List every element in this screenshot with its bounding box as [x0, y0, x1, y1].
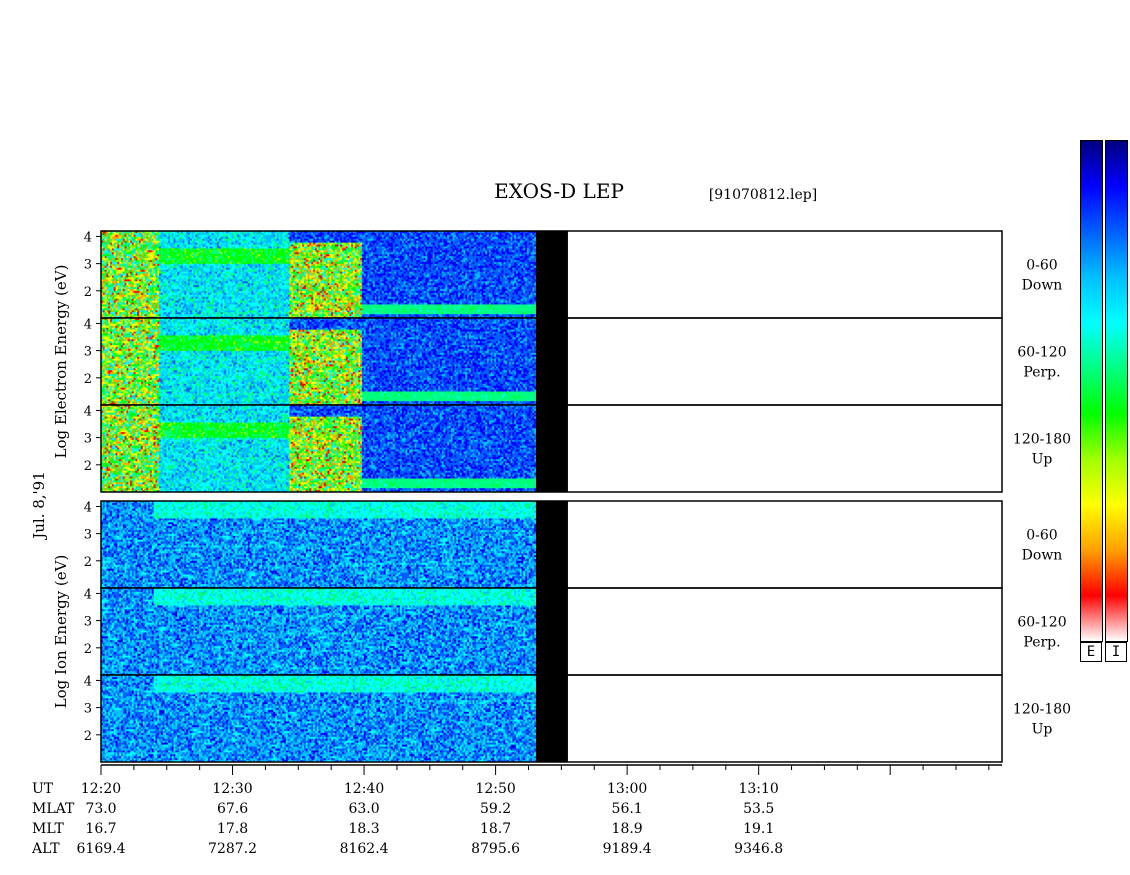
ephemeris-row-label: MLAT: [32, 801, 75, 817]
x-tick-label: 12:40: [344, 781, 384, 797]
colorbar-electron: [1080, 140, 1103, 642]
panel-electron-1: 2 3 4 0-60 Down: [84, 230, 1063, 319]
date-label: Jul. 8,'91: [30, 471, 48, 541]
ephemeris-value: 18.3: [348, 821, 379, 837]
direction-label: Perp.: [1023, 365, 1060, 381]
data-gap: [535, 675, 568, 762]
y-tick-label: 4: [84, 317, 92, 332]
ephemeris-row-label: UT: [32, 781, 54, 797]
y-tick-label: 4: [84, 587, 92, 602]
x-tick-label: 12:20: [81, 781, 121, 797]
direction-label: Up: [1032, 722, 1053, 738]
spectrogram-image: [101, 231, 536, 318]
pitch-range-label: 60-120: [1017, 615, 1066, 631]
data-gap: [535, 318, 568, 405]
ephemeris-value: 67.6: [217, 801, 248, 817]
spectrogram-image: [101, 501, 536, 588]
ephemeris-value: 7287.2: [208, 841, 257, 857]
ephemeris-value: 9189.4: [603, 841, 652, 857]
y-tick-label: 2: [84, 372, 92, 387]
lep-spectrogram-chart: EXOS-D LEP [91070812.lep] Jul. 8,'91 2 3 4…: [30, 179, 1071, 857]
ephemeris-value: 63.0: [348, 801, 379, 817]
time-axis: 12:20 12:30 12:40 12:50 13:00 13:10: [81, 764, 1002, 797]
y-tick-label: 3: [84, 258, 92, 273]
x-tick-label: 13:00: [607, 781, 647, 797]
file-label: [91070812.lep]: [709, 187, 817, 203]
ephemeris-value: 17.8: [217, 821, 248, 837]
data-gap: [535, 588, 568, 675]
panel-electron-3: 2 3 4 120-180 Up: [84, 404, 1071, 493]
data-gap: [535, 501, 568, 588]
ephemeris-row-label: ALT: [31, 841, 60, 857]
ephemeris-row-label: MLT: [32, 821, 64, 837]
y-axis-label: Log Ion Energy (eV): [52, 555, 70, 709]
panel-ion-1: 2 3 4 0-60 Down: [84, 500, 1063, 589]
ephemeris-value: 56.1: [612, 801, 643, 817]
data-gap: [535, 231, 568, 318]
y-tick-label: 3: [84, 432, 92, 447]
panel-ion-2: 2 3 4 60-120 Perp.: [84, 587, 1067, 676]
ephemeris-value: 8162.4: [340, 841, 389, 857]
colorbar-ion-label: I: [1105, 642, 1127, 662]
direction-label: Perp.: [1023, 635, 1060, 651]
pitch-range-label: 0-60: [1026, 528, 1057, 544]
ephemeris-value: 53.5: [743, 801, 774, 817]
ephemeris-value: 18.9: [612, 821, 643, 837]
y-tick-label: 2: [84, 555, 92, 570]
pitch-range-label: 60-120: [1017, 345, 1066, 361]
y-tick-label: 4: [84, 500, 92, 515]
ephemeris-value: 59.2: [480, 801, 511, 817]
y-tick-label: 3: [84, 528, 92, 543]
colorbar-electron-label: E: [1080, 642, 1102, 662]
chart-title: EXOS-D LEP: [494, 179, 624, 203]
spectrogram-image: [101, 675, 536, 762]
ephemeris-value: 6169.4: [77, 841, 126, 857]
y-tick-label: 2: [84, 642, 92, 657]
panel-electron-2: 2 3 4 60-120 Perp.: [84, 317, 1067, 406]
y-tick-label: 4: [84, 674, 92, 689]
spectrogram-image: [101, 318, 536, 405]
panel-ion-3: 2 3 4 120-180 Up: [84, 674, 1071, 763]
y-tick-label: 4: [84, 230, 92, 245]
pitch-range-label: 0-60: [1026, 258, 1057, 274]
pitch-range-label: 120-180: [1013, 432, 1071, 448]
y-tick-label: 2: [84, 459, 92, 474]
direction-label: Up: [1032, 452, 1053, 468]
ephemeris-value: 73.0: [85, 801, 116, 817]
x-tick-label: 13:10: [738, 781, 778, 797]
direction-label: Down: [1022, 278, 1063, 294]
spectrogram-panels: 2 3 4 0-60 Down 2 3 4 60-120 Perp. 2 3 4 120-180 Up Log…: [52, 230, 1071, 763]
ephemeris-table: UT MLAT 73.0 67.6 63.0 59.2 56.1 53.5 MLT 16.7 17.…: [31, 781, 783, 857]
y-tick-label: 3: [84, 702, 92, 717]
ephemeris-value: 16.7: [85, 821, 116, 837]
ephemeris-value: 18.7: [480, 821, 511, 837]
x-tick-label: 12:30: [212, 781, 252, 797]
colorbar-ion: [1105, 140, 1128, 642]
x-tick-label: 12:50: [475, 781, 515, 797]
pitch-range-label: 120-180: [1013, 702, 1071, 718]
direction-label: Down: [1022, 548, 1063, 564]
y-tick-label: 3: [84, 345, 92, 360]
y-tick-label: 2: [84, 285, 92, 300]
y-axis-label: Log Electron Energy (eV): [52, 265, 70, 459]
ephemeris-value: 9346.8: [734, 841, 783, 857]
data-gap: [535, 405, 568, 492]
y-tick-label: 2: [84, 729, 92, 744]
spectrogram-image: [101, 405, 536, 492]
spectrogram-image: [101, 588, 536, 675]
ephemeris-value: 8795.6: [471, 841, 520, 857]
y-tick-label: 3: [84, 615, 92, 630]
ephemeris-value: 19.1: [743, 821, 774, 837]
y-tick-label: 4: [84, 404, 92, 419]
